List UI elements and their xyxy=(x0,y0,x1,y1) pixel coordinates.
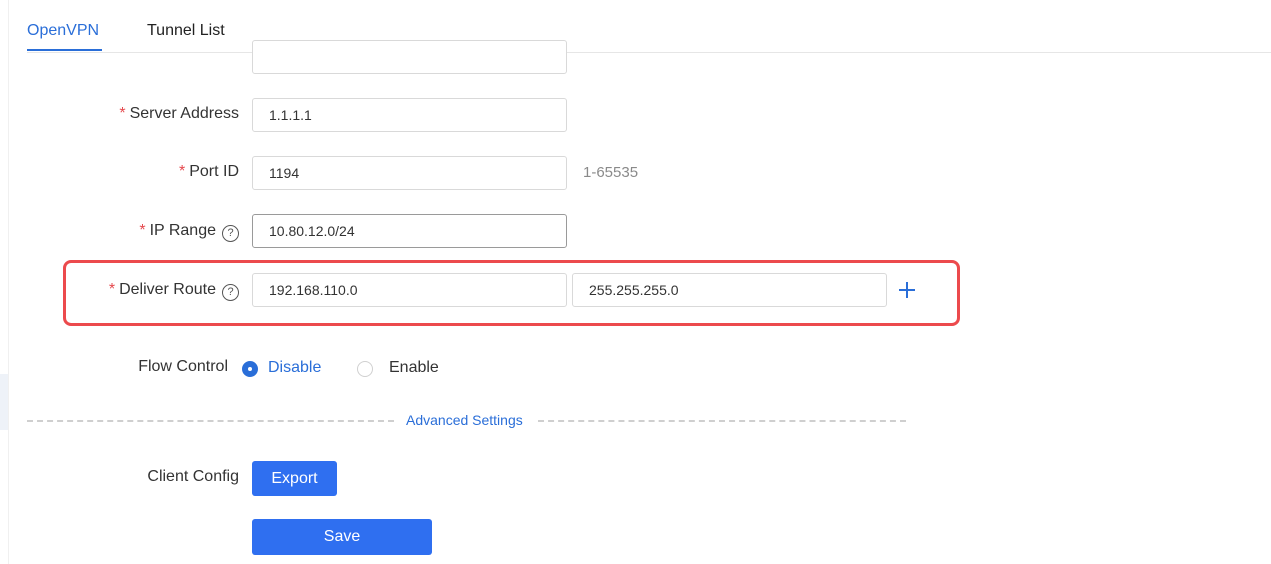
required-mark: * xyxy=(139,222,146,239)
save-button[interactable]: Save xyxy=(252,519,432,555)
deliver-route-mask-input[interactable]: 255.255.255.0 xyxy=(572,273,887,307)
tab-openvpn[interactable]: OpenVPN xyxy=(27,21,99,41)
client-config-label: Client Config xyxy=(147,468,239,485)
ip-range-input[interactable]: 10.80.12.0/24 xyxy=(252,214,567,248)
advanced-settings-toggle[interactable]: Advanced Settings xyxy=(406,411,523,429)
scrolled-input-field[interactable] xyxy=(252,40,567,74)
flow-control-disable-label[interactable]: Disable xyxy=(268,358,321,378)
flow-control-enable-radio[interactable] xyxy=(357,361,373,377)
port-id-input[interactable]: 1194 xyxy=(252,156,567,190)
port-range-hint: 1-65535 xyxy=(583,164,639,181)
deliver-route-ip-input[interactable]: 192.168.110.0 xyxy=(252,273,567,307)
export-button[interactable]: Export xyxy=(252,461,337,496)
port-id-label: * Port ID xyxy=(178,163,239,180)
server-address-input[interactable]: 1.1.1.1 xyxy=(252,98,567,132)
flow-control-label: Flow Control xyxy=(138,358,228,375)
required-mark: * xyxy=(119,105,126,122)
server-address-label: * Server Address xyxy=(119,105,239,122)
flow-control-disable-radio[interactable] xyxy=(242,361,258,377)
left-panel-accent xyxy=(0,374,8,430)
tab-tunnel-list[interactable]: Tunnel List xyxy=(147,21,225,41)
deliver-route-label: * Deliver Route? xyxy=(60,280,239,301)
divider-right xyxy=(538,420,906,422)
plus-icon[interactable] xyxy=(896,279,918,301)
question-circle-icon[interactable]: ? xyxy=(222,225,239,242)
openvpn-settings-page: OpenVPN Tunnel List * Server Address 1.1.… xyxy=(0,0,1271,564)
required-mark: * xyxy=(178,163,186,180)
ip-range-label: * IP Range? xyxy=(60,221,239,242)
active-tab-indicator xyxy=(27,49,102,51)
divider-left xyxy=(27,420,394,422)
flow-control-enable-label[interactable]: Enable xyxy=(389,358,439,378)
tab-bar: OpenVPN Tunnel List xyxy=(27,0,1271,53)
left-panel-edge xyxy=(0,0,9,564)
question-circle-icon[interactable]: ? xyxy=(222,284,239,301)
required-mark: * xyxy=(108,281,116,298)
